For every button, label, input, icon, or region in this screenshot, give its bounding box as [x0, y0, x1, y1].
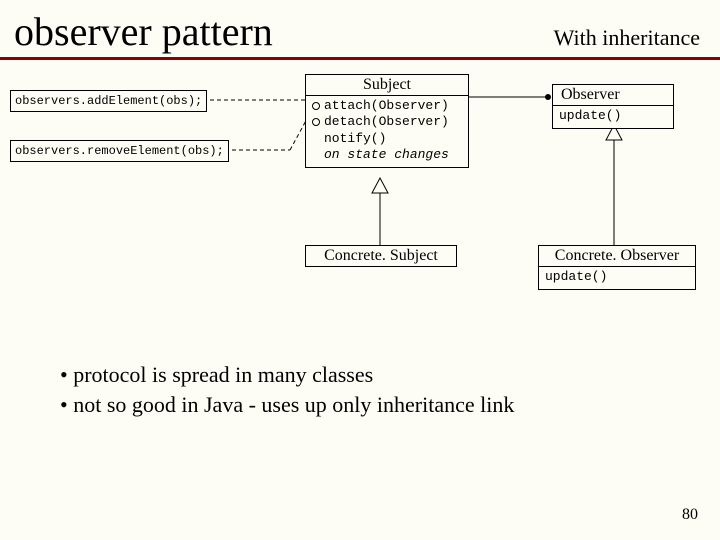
class-concrete-observer-body: update()	[539, 267, 695, 289]
class-subject-body: attach(Observer) detach(Observer) notify…	[306, 96, 468, 167]
op-concrete-observer-update: update()	[539, 269, 695, 285]
note-add-element: observers.addElement(obs);	[10, 90, 207, 112]
op-detach: detach(Observer)	[306, 114, 468, 130]
page-number: 80	[682, 506, 698, 524]
anchor-dot-icon	[312, 102, 320, 110]
bullet-list: • protocol is spread in many classes • n…	[0, 360, 720, 419]
class-observer-body: update()	[553, 106, 673, 128]
bullet-1: • protocol is spread in many classes	[60, 360, 720, 390]
note-remove-text: observers.removeElement(obs);	[15, 144, 224, 158]
class-observer: Observer update()	[552, 84, 674, 129]
op-onstate: on state changes	[306, 147, 468, 163]
op-attach: attach(Observer)	[306, 98, 468, 114]
class-observer-title: Observer	[553, 85, 673, 106]
note-add-text: observers.addElement(obs);	[15, 94, 202, 108]
class-subject-title: Subject	[306, 75, 468, 96]
class-concrete-subject-title: Concrete. Subject	[306, 246, 456, 266]
op-notify: notify()	[306, 131, 468, 147]
page-subtitle: With inheritance	[554, 25, 700, 51]
bullet-2: • not so good in Java - uses up only inh…	[60, 390, 720, 420]
class-concrete-observer-title: Concrete. Observer	[539, 246, 695, 267]
anchor-dot-icon	[312, 118, 320, 126]
header-row: observer pattern With inheritance	[0, 0, 720, 55]
page-title: observer pattern	[14, 8, 273, 55]
class-subject: Subject attach(Observer) detach(Observer…	[305, 74, 469, 168]
note-remove-element: observers.removeElement(obs);	[10, 140, 229, 162]
op-observer-update: update()	[553, 108, 673, 124]
class-concrete-subject: Concrete. Subject	[305, 245, 457, 267]
class-concrete-observer: Concrete. Observer update()	[538, 245, 696, 290]
uml-diagram: observers.addElement(obs); observers.rem…	[0, 60, 720, 360]
